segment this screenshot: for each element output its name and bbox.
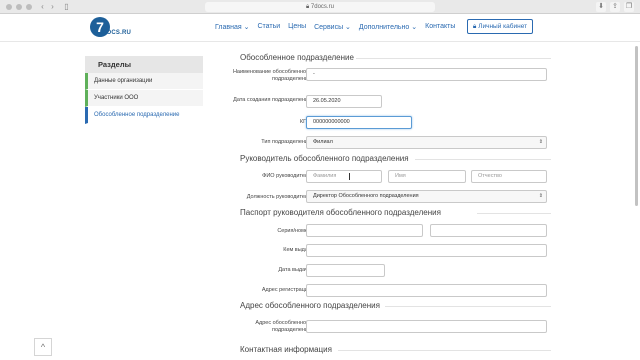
nav-item-services[interactable]: Сервисы ⌄ (314, 23, 351, 31)
issued-by-input[interactable] (306, 244, 547, 257)
nav-item-articles[interactable]: Статьи (257, 23, 280, 31)
main-nav: Главная ⌄ Статьи Цены Сервисы ⌄ Дополнит… (215, 23, 455, 31)
download-icon[interactable]: ⬇ (596, 2, 606, 12)
page-scrollbar[interactable] (635, 46, 638, 206)
forward-icon[interactable]: › (48, 3, 57, 11)
unit-type-value: Филиал (313, 139, 333, 145)
issued-by-label: Кем выдан (283, 247, 311, 253)
minimize-window-icon[interactable] (16, 4, 22, 10)
unit-type-label: Тип подразделения (261, 139, 311, 145)
issue-date-label: Дата выдачи (278, 267, 311, 273)
nav-item-contacts[interactable]: Контакты (425, 23, 455, 31)
registration-address-input[interactable] (306, 284, 547, 297)
section-divider (385, 306, 551, 307)
close-window-icon[interactable] (6, 4, 12, 10)
nav-item-prices[interactable]: Цены (288, 23, 306, 31)
section-divider (477, 213, 551, 214)
issue-date-input[interactable] (306, 264, 385, 277)
kpp-input[interactable]: 000000000000 (306, 116, 412, 129)
patronymic-input[interactable]: Отчество (471, 170, 547, 183)
url-text: 7docs.ru (310, 4, 334, 10)
personal-cabinet-button[interactable]: 🔒︎ Личный кабинет (467, 19, 533, 34)
section-title-passport: Паспорт руководителя обособленного подра… (240, 208, 441, 217)
site-header: 7 DOCS.RU Главная ⌄ Статьи Цены Сервисы … (0, 14, 640, 42)
text-cursor-icon (349, 173, 352, 180)
creation-date-input[interactable]: 26.05.2020 (306, 95, 382, 108)
unit-address-input[interactable] (306, 320, 547, 333)
kpp-label: КПП (231, 119, 311, 126)
lock-icon: 🔒︎ (472, 23, 477, 30)
nav-item-extra[interactable]: Дополнительно ⌄ (359, 23, 417, 31)
unit-name-label: Наименование обособленного подразделения (232, 69, 311, 82)
creation-date-label: Дата создания подразделения (233, 97, 311, 103)
registration-address-label: Адрес регистрации (261, 287, 311, 293)
section-divider (415, 159, 551, 160)
chevron-up-icon: ^ (40, 342, 46, 352)
surname-input[interactable]: Фамилия (306, 170, 382, 183)
section-title-head: Руководитель обособленного подразделения (240, 154, 409, 163)
section-title-unit: Обособленное подразделение (240, 53, 354, 62)
share-icon[interactable]: ⇪ (610, 2, 620, 12)
select-arrows-icon: ⇕ (538, 139, 543, 145)
head-position-value: Директор Обособленного подразделения (313, 193, 419, 199)
sections-sidebar: Разделы Данные организации Участники ООО… (85, 56, 203, 124)
address-bar[interactable]: 🔒︎ 7docs.ru (205, 2, 435, 12)
passport-number-input[interactable] (430, 224, 547, 237)
nav-item-home[interactable]: Главная ⌄ (215, 23, 249, 31)
sidebar-item-separate-unit[interactable]: Обособленное подразделение (85, 107, 203, 124)
unit-type-select[interactable]: Филиал ⇕ (306, 136, 547, 149)
window-controls (6, 4, 32, 10)
zoom-window-icon[interactable] (26, 4, 32, 10)
scroll-to-top-button[interactable]: ^ (34, 338, 52, 356)
separate-unit-form: Обособленное подразделение Наименование … (211, 42, 551, 360)
section-divider (338, 350, 551, 351)
back-icon[interactable]: ‹ (38, 3, 47, 11)
personal-cabinet-label: Личный кабинет (478, 23, 528, 30)
lock-icon: 🔒︎ (306, 4, 310, 10)
select-arrows-icon: ⇕ (538, 193, 543, 199)
unit-name-input[interactable]: - (306, 68, 547, 81)
sidebar-item-org-data[interactable]: Данные организации (85, 73, 203, 90)
sidebar-item-llc-members[interactable]: Участники ООО (85, 90, 203, 107)
passport-series-label: Серия/номер (277, 228, 311, 234)
head-name-label: ФИО руководителя (262, 173, 311, 179)
section-title-address: Адрес обособленного подразделения (240, 301, 380, 310)
section-divider (356, 58, 551, 59)
first-name-input[interactable]: Имя (388, 170, 466, 183)
logo-text[interactable]: DOCS.RU (102, 30, 131, 36)
logo-icon[interactable]: 7 (87, 15, 131, 41)
head-position-label: Должность руководителя (246, 194, 311, 200)
section-title-contacts: Контактная информация (240, 345, 332, 354)
sidebar-title: Разделы (85, 56, 203, 73)
passport-series-input[interactable] (306, 224, 423, 237)
tabs-icon[interactable]: ❐ (624, 2, 634, 12)
head-position-select[interactable]: Директор Обособленного подразделения ⇕ (306, 190, 547, 203)
sidebar-toggle-icon[interactable]: ▯ (62, 3, 71, 11)
browser-toolbar: ‹ › ▯ 🔒︎ 7docs.ru ⬇ ⇪ ❐ (0, 0, 640, 14)
unit-address-label: Адрес обособленного подразделения (255, 320, 311, 333)
